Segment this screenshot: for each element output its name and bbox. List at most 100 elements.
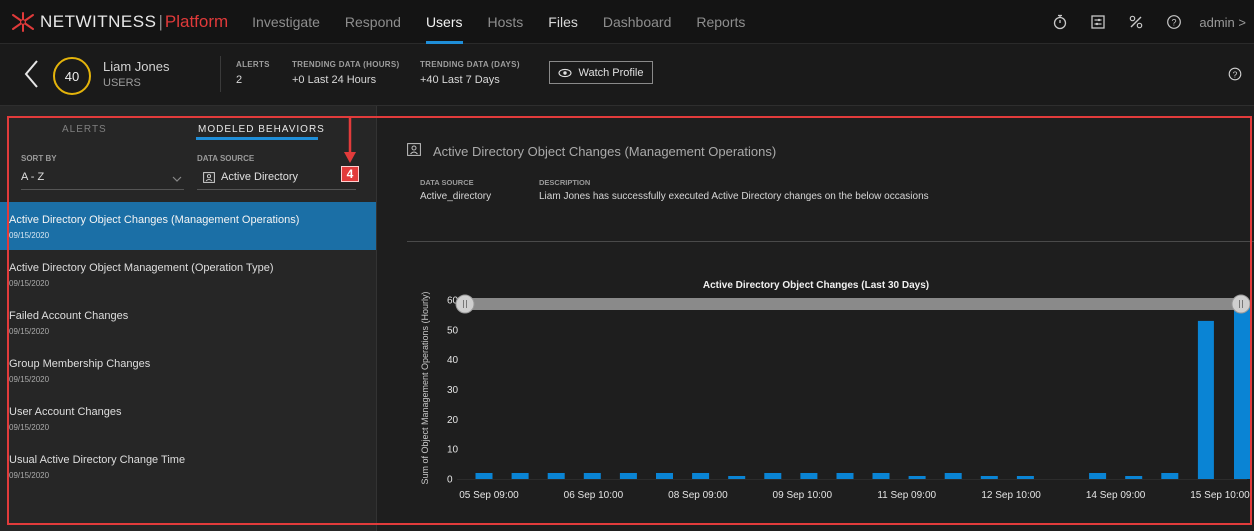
data-source-underline <box>197 189 356 190</box>
chart-bar <box>908 476 926 479</box>
list-item[interactable]: Active Directory Object Changes (Managem… <box>0 202 376 250</box>
header-help-icon[interactable]: ? <box>1228 67 1242 84</box>
directory-icon <box>203 172 215 183</box>
entity-type: USERS <box>103 77 141 89</box>
watch-profile-label: Watch Profile <box>578 66 644 79</box>
behavior-list: Active Directory Object Changes (Managem… <box>0 202 376 490</box>
entity-header: 40 Liam Jones USERS ALERTS 2 TRENDING DA… <box>0 44 1254 106</box>
range-slider-right-handle <box>1231 294 1251 314</box>
chart-bar <box>1125 476 1143 479</box>
chart-x-tick-label: 11 Sep 09:00 <box>877 490 936 501</box>
netwitness-logo-icon <box>12 11 34 32</box>
chart-bar <box>728 476 746 479</box>
help-icon[interactable]: ? <box>1155 0 1193 44</box>
alerts-value: 2 <box>236 74 243 86</box>
entity-name: Liam Jones <box>103 59 170 74</box>
brand-separator: | <box>158 11 163 31</box>
chart-bar <box>511 473 529 479</box>
chart-y-tick-label: 30 <box>447 385 459 396</box>
risk-score-badge: 40 <box>53 57 91 95</box>
list-item[interactable]: Group Membership Changes 09/15/2020 <box>0 346 376 394</box>
chart-y-tick-label: 40 <box>447 355 459 366</box>
list-item-title: Failed Account Changes <box>9 310 129 322</box>
chart-y-tick-label: 20 <box>447 415 459 426</box>
chart-bar <box>800 473 818 479</box>
chevron-down-icon[interactable] <box>172 176 182 182</box>
chart-bar <box>656 473 673 479</box>
list-item-date: 09/15/2020 <box>9 327 50 336</box>
tab-alerts[interactable]: ALERTS <box>62 124 107 135</box>
trending-hours-stat: TRENDING DATA (HOURS) +0 Last 24 Hours <box>292 60 399 86</box>
chart-y-axis-label: Sum of Object Management Operations (Hou… <box>420 291 430 484</box>
eye-icon <box>558 68 573 77</box>
behaviors-panel: ALERTS MODELED BEHAVIORS SORT BY A - Z D… <box>0 106 376 531</box>
chart-x-tick-label: 12 Sep 10:00 <box>981 490 1041 501</box>
list-item[interactable]: User Account Changes 09/15/2020 <box>0 394 376 442</box>
chart-bar <box>692 473 710 479</box>
brand-name: NETWITNESS <box>40 11 157 31</box>
settings-panel-icon[interactable] <box>1079 0 1117 44</box>
annotation-arrow <box>344 116 356 163</box>
nav-users[interactable]: Users <box>425 0 463 44</box>
trending-days-label: TRENDING DATA (DAYS) <box>420 60 520 69</box>
list-item-title: Active Directory Object Management (Oper… <box>9 262 274 274</box>
trending-hours-value: +0 Last 24 Hours <box>292 74 377 86</box>
chart-bar <box>764 473 782 479</box>
svg-text:?: ? <box>1172 18 1177 28</box>
tools-icon[interactable] <box>1117 0 1155 44</box>
watch-profile-button[interactable]: Watch Profile <box>549 61 653 84</box>
nav-reports[interactable]: Reports <box>696 0 745 44</box>
behavior-detail-panel: Active Directory Object Changes (Managem… <box>376 106 1254 531</box>
annotation-badge: 4 <box>341 166 359 182</box>
range-slider-track <box>465 298 1241 310</box>
list-item[interactable]: Active Directory Object Management (Oper… <box>0 250 376 298</box>
list-item-date: 09/15/2020 <box>9 375 50 384</box>
timer-icon[interactable] <box>1041 0 1079 44</box>
header-divider <box>220 56 221 92</box>
chart-x-tick-label: 06 Sep 10:00 <box>564 490 624 501</box>
list-item-date: 09/15/2020 <box>9 471 50 480</box>
data-source-label: DATA SOURCE <box>197 154 255 163</box>
top-navigation-bar: NETWITNESS | Platform Investigate Respon… <box>0 0 1254 44</box>
list-item-title: Active Directory Object Changes (Managem… <box>9 214 300 226</box>
list-item[interactable]: Failed Account Changes 09/15/2020 <box>0 298 376 346</box>
nav-hosts[interactable]: Hosts <box>488 0 524 44</box>
nav-dashboard[interactable]: Dashboard <box>603 0 672 44</box>
svg-text:?: ? <box>1233 69 1238 79</box>
trending-days-value: +40 Last 7 Days <box>420 74 500 86</box>
nav-investigate[interactable]: Investigate <box>252 0 320 44</box>
alerts-stat: ALERTS 2 <box>236 60 270 86</box>
chart-bar <box>980 476 998 479</box>
chart-bar <box>1161 473 1179 479</box>
sort-by-label: SORT BY <box>21 154 57 163</box>
trending-hours-label: TRENDING DATA (HOURS) <box>292 60 400 69</box>
list-item-date: 09/15/2020 <box>9 231 50 240</box>
chart-bar <box>872 473 890 479</box>
data-source-select[interactable]: Active Directory <box>221 171 298 183</box>
trending-days-stat: TRENDING DATA (DAYS) +40 Last 7 Days <box>420 60 520 86</box>
list-item-date: 09/15/2020 <box>9 279 50 288</box>
list-item-title: User Account Changes <box>9 406 122 418</box>
chart-bar <box>836 473 854 479</box>
brand-logo-group[interactable]: NETWITNESS | Platform <box>10 0 228 44</box>
chart-bar <box>1089 473 1107 479</box>
range-slider-left-handle <box>455 294 475 314</box>
chart-y-tick-label: 10 <box>447 445 459 456</box>
back-arrow-icon[interactable] <box>20 57 44 91</box>
chart-bar <box>1234 306 1250 479</box>
nav-respond[interactable]: Respond <box>345 0 401 44</box>
user-menu[interactable]: admin > <box>1199 15 1246 30</box>
chart-y-tick-label: 50 <box>447 325 459 336</box>
chart-bar <box>583 473 601 479</box>
chart-x-tick-label: 14 Sep 09:00 <box>1086 490 1146 501</box>
list-item-date: 09/15/2020 <box>9 423 50 432</box>
nav-files[interactable]: Files <box>548 0 578 44</box>
sort-by-select[interactable]: A - Z <box>21 171 44 183</box>
tab-modeled-behaviors[interactable]: MODELED BEHAVIORS <box>198 124 325 135</box>
list-item-title: Usual Active Directory Change Time <box>9 454 186 466</box>
list-item[interactable]: Usual Active Directory Change Time 09/15… <box>0 442 376 490</box>
behavior-bar-chart: Sum of Object Management Operations (Hou… <box>420 291 1251 501</box>
brand-product: Platform <box>164 11 229 31</box>
chart-y-tick-label: 0 <box>447 475 453 486</box>
panel-tabs: ALERTS MODELED BEHAVIORS <box>0 106 376 142</box>
